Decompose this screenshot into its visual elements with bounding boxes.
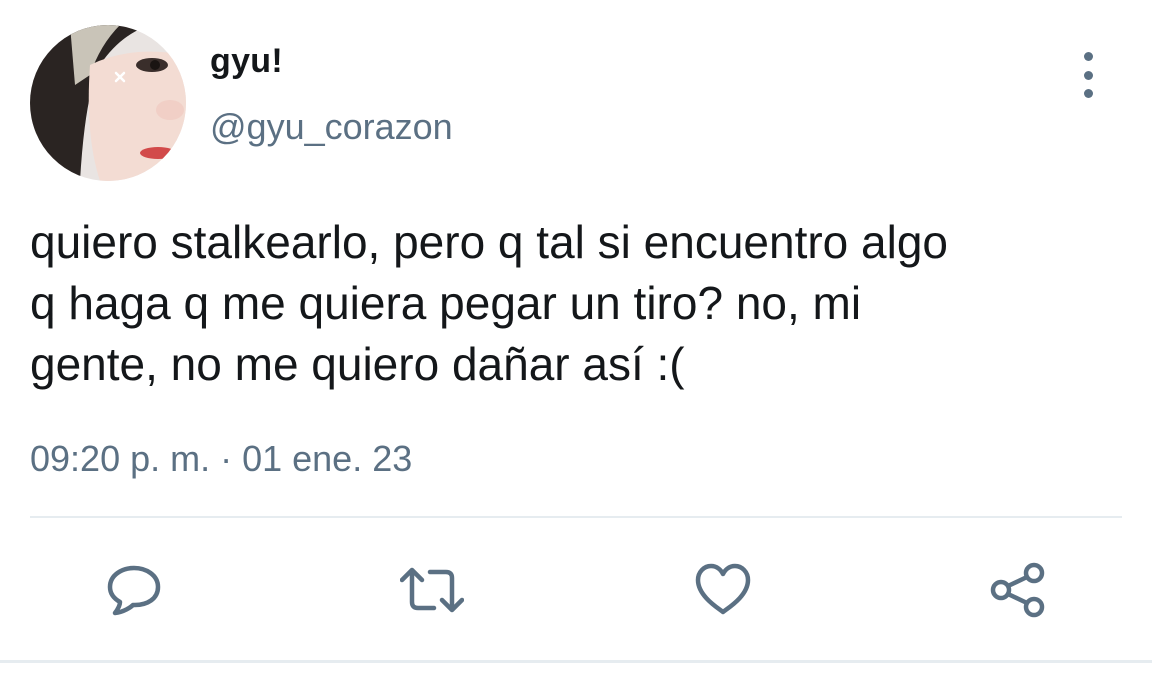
divider — [30, 516, 1122, 518]
more-vertical-icon — [1083, 52, 1093, 61]
more-options-button[interactable] — [1068, 52, 1108, 98]
tweet-text: quiero stalkearlo, pero q tal si encuent… — [30, 216, 949, 390]
reply-button[interactable] — [106, 562, 162, 618]
share-button[interactable] — [988, 562, 1045, 618]
reply-icon — [107, 565, 161, 616]
like-button[interactable] — [694, 562, 751, 618]
more-vertical-icon-dot — [1083, 70, 1093, 80]
retweet-icon — [400, 567, 464, 613]
avatar[interactable] — [30, 25, 186, 181]
tweet-timestamp[interactable]: 09:20 p. m. · 01 ene. 23 — [30, 438, 412, 480]
share-icon — [990, 562, 1045, 618]
display-name[interactable]: gyu! — [210, 42, 283, 81]
more-vertical-icon-dot — [1083, 89, 1093, 98]
tweet-card: gyu! @gyu_corazon quiero stalkearlo, per… — [0, 0, 1152, 681]
bottom-border — [0, 660, 1152, 663]
heart-icon — [695, 563, 751, 615]
retweet-button[interactable] — [400, 562, 464, 618]
avatar-image — [30, 25, 186, 181]
user-handle[interactable]: @gyu_corazon — [210, 106, 453, 148]
